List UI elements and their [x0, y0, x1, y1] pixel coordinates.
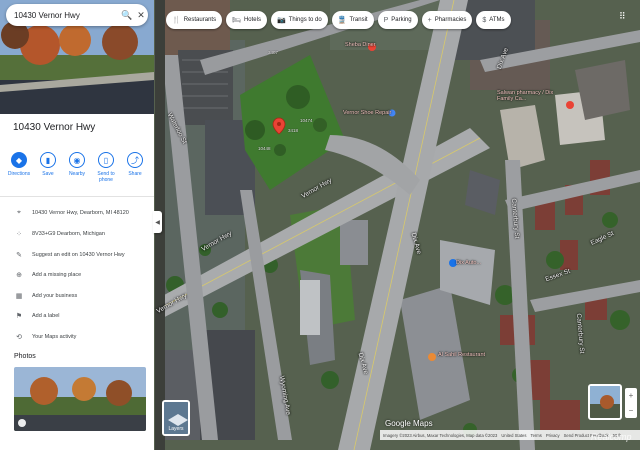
- info-add-business[interactable]: ▦ Add your business: [14, 292, 78, 300]
- info-add-label[interactable]: ⚑ Add a label: [14, 312, 60, 320]
- transit-icon: 🚆: [337, 17, 347, 24]
- street-view-image: [590, 386, 620, 418]
- photo-thumbnail[interactable]: [14, 367, 146, 431]
- street-photo: [14, 367, 146, 431]
- label-icon: ⚑: [15, 313, 23, 320]
- collapse-panel-button[interactable]: ◀: [153, 211, 162, 233]
- edit-icon: ✎: [16, 252, 22, 259]
- restaurant-icon: 🍴: [172, 17, 181, 24]
- street-view-thumbnail[interactable]: [588, 384, 622, 420]
- info-maps-activity[interactable]: ⟲ Your Maps activity: [14, 333, 76, 341]
- chip-things-to-do[interactable]: 📷 Things to do: [270, 11, 328, 29]
- nearby-button[interactable]: ◉ Nearby: [64, 152, 90, 183]
- directions-icon: ◆: [11, 152, 27, 168]
- realcomp-watermark: Realcomp: [591, 432, 632, 442]
- poi-al-sahil[interactable]: Al Sahil Restaurant: [438, 352, 485, 358]
- chip-hotels[interactable]: 🛏 Hotels: [226, 11, 267, 29]
- layers-button[interactable]: Layers: [162, 400, 190, 436]
- poi-sheba[interactable]: Sheba Diner: [345, 42, 376, 48]
- address-number: 3407: [268, 50, 279, 55]
- nearby-icon: ◉: [69, 152, 85, 168]
- send-to-phone-button[interactable]: ▯ Send to phone: [93, 152, 119, 183]
- country-link[interactable]: United States: [501, 433, 526, 438]
- address-number: 3418: [288, 128, 299, 133]
- info-add-missing-place[interactable]: ⊕ Add a missing place: [14, 271, 81, 279]
- google-maps-logo: Google Maps: [385, 419, 433, 428]
- save-button[interactable]: ▮ Save: [35, 152, 61, 183]
- directions-button[interactable]: ◆ Directions: [6, 152, 32, 183]
- history-icon: ⟲: [16, 334, 22, 341]
- imagery-attribution: Imagery ©2023 Airbus, Maxar Technologies…: [383, 432, 498, 438]
- terms-link[interactable]: Terms: [530, 433, 541, 438]
- share-icon: ⤴: [127, 152, 143, 168]
- bookmark-icon: ▮: [40, 152, 56, 168]
- chip-atms[interactable]: $ ATMs: [476, 11, 511, 29]
- chip-pharmacies[interactable]: + Pharmacies: [421, 11, 473, 29]
- info-plus-code[interactable]: ⁘ 8V33+G9 Dearborn, Michigan: [14, 230, 105, 238]
- apps-grid-icon[interactable]: ⠿: [619, 11, 626, 22]
- photos-heading: Photos: [14, 353, 36, 360]
- poi-vernor-shop[interactable]: Vernor Shoe Repair: [343, 110, 391, 116]
- info-address[interactable]: ⌖ 10430 Vernor Hwy, Dearborn, MI 48120: [14, 209, 129, 217]
- chip-transit[interactable]: 🚆 Transit: [331, 11, 374, 29]
- zoom-controls: + −: [625, 388, 637, 418]
- category-chips: 🍴 Restaurants 🛏 Hotels 📷 Things to do 🚆 Tran…: [166, 11, 511, 29]
- address-number: 10448: [258, 146, 271, 151]
- address-number: 10474: [300, 118, 313, 123]
- plus-code-icon: ⁘: [16, 231, 22, 238]
- camera-icon: 📷: [276, 17, 286, 24]
- zoom-in-icon[interactable]: +: [629, 391, 634, 400]
- hotel-icon: 🛏: [232, 17, 241, 24]
- add-place-icon: ⊕: [16, 272, 22, 279]
- place-panel: 10430 Vernor Hwy 🔍 ✕ 10430 Vernor Hwy ◆ …: [0, 0, 154, 450]
- action-buttons: ◆ Directions ▮ Save ◉ Nearby ▯ Send to p…: [6, 152, 148, 183]
- privacy-link[interactable]: Privacy: [546, 433, 560, 438]
- place-title: 10430 Vernor Hwy: [13, 122, 96, 133]
- poi-dix-auto[interactable]: Dix Auto...: [456, 260, 481, 266]
- pharmacy-icon: +: [427, 16, 432, 24]
- parking-icon: P: [383, 16, 389, 24]
- chip-parking[interactable]: P Parking: [377, 11, 418, 29]
- poi-dix-pharmacy[interactable]: Salwan pharmacy / Dix Family Ca...: [497, 90, 567, 102]
- phone-icon: ▯: [98, 152, 114, 168]
- chip-restaurants[interactable]: 🍴 Restaurants: [166, 11, 223, 29]
- divider: [0, 196, 154, 197]
- search-input[interactable]: 10430 Vernor Hwy: [14, 11, 120, 20]
- share-button[interactable]: ⤴ Share: [122, 152, 148, 183]
- search-box[interactable]: 10430 Vernor Hwy 🔍 ✕: [6, 4, 148, 26]
- atm-icon: $: [482, 16, 487, 24]
- location-pin-icon: ⌖: [17, 209, 21, 216]
- info-suggest-edit[interactable]: ✎ Suggest an edit on 10430 Vernor Hwy: [14, 251, 125, 259]
- zoom-out-icon[interactable]: −: [629, 406, 634, 415]
- close-icon[interactable]: ✕: [134, 10, 148, 21]
- business-icon: ▦: [15, 293, 23, 300]
- layers-label: Layers: [168, 426, 184, 432]
- search-icon[interactable]: 🔍: [120, 10, 134, 21]
